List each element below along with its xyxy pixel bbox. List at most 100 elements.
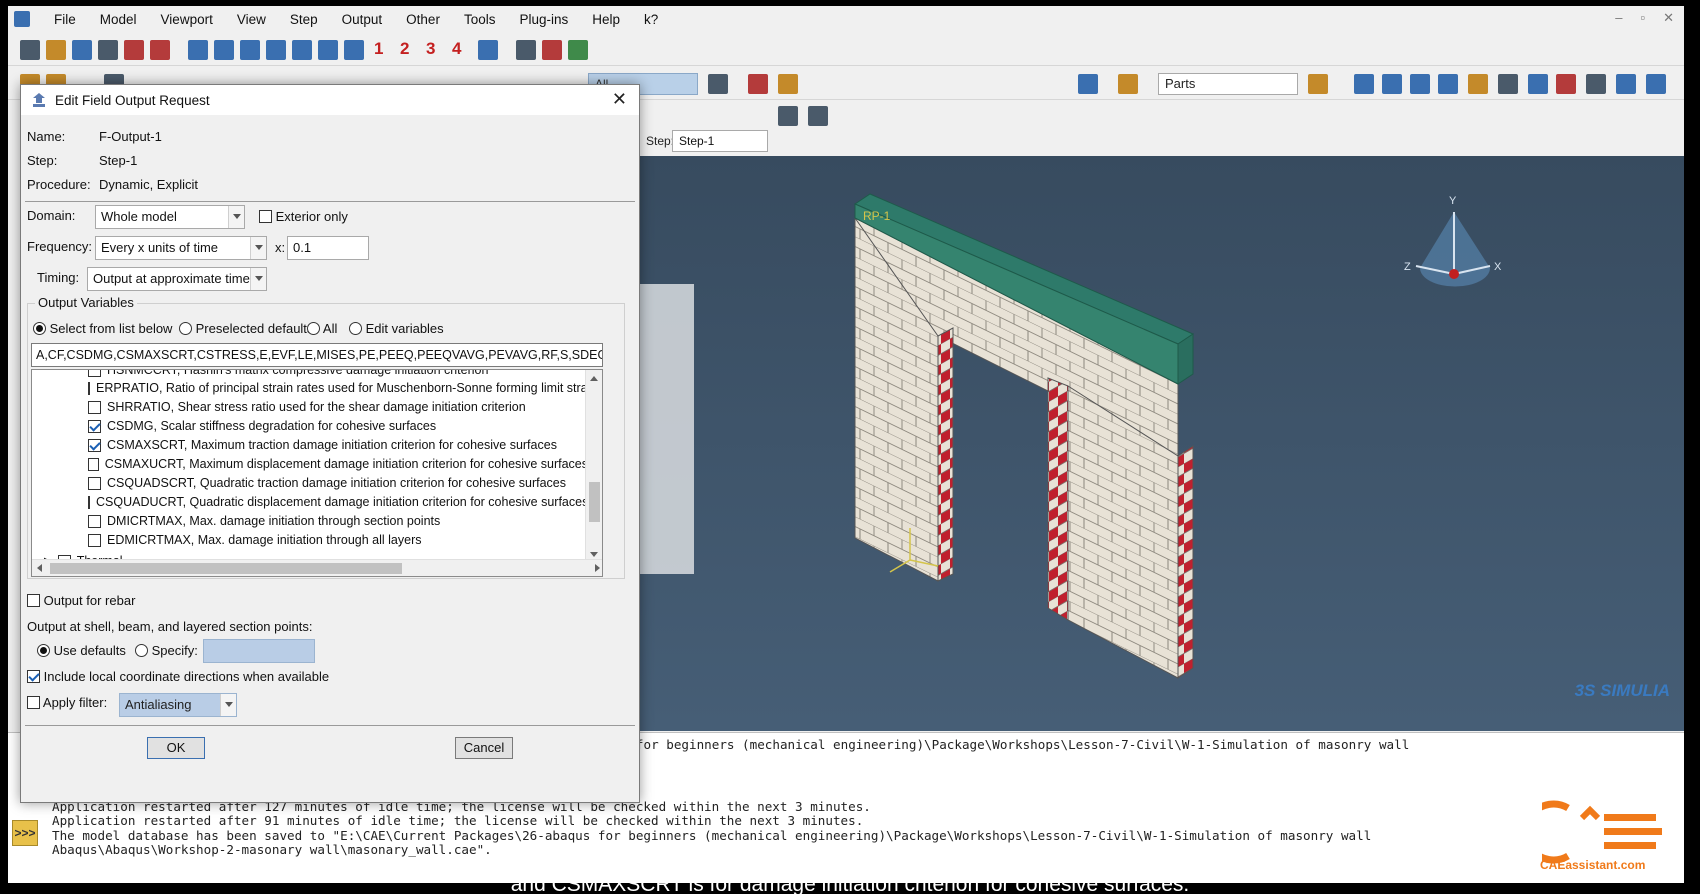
scroll-down-icon[interactable] [590, 552, 598, 557]
menu-other[interactable]: Other [394, 12, 452, 27]
tree-item-dmicrtmax[interactable]: DMICRTMAX, Max. damage initiation throug… [88, 511, 588, 531]
close-window-button[interactable]: ✕ [1663, 10, 1674, 26]
text-icon[interactable] [1556, 74, 1576, 94]
cancel-button[interactable]: Cancel [455, 737, 513, 759]
legend-icon[interactable] [1468, 74, 1488, 94]
menu-model[interactable]: Model [88, 12, 149, 27]
scroll-up-icon[interactable] [590, 376, 598, 381]
tree-vertical-scrollbar[interactable] [585, 370, 602, 563]
color-mapping-combo[interactable]: Parts [1158, 73, 1298, 95]
box-select-icon[interactable] [748, 74, 768, 94]
scroll-left-icon[interactable] [37, 564, 42, 572]
history-output-icon[interactable] [808, 106, 828, 126]
color-tools-icon[interactable] [1308, 74, 1328, 94]
menu-file[interactable]: File [42, 12, 88, 27]
variables-text-field[interactable]: A,CF,CSDMG,CSMAXSCRT,CSTRESS,E,EVF,LE,MI… [31, 343, 603, 367]
radio-use-defaults[interactable]: Use defaults [37, 643, 126, 658]
scroll-thumb[interactable] [589, 482, 600, 522]
filter-value: Antialiasing [125, 697, 192, 712]
output-variables-tree[interactable]: HSNMCCRT, Hashin's matrix compressive da… [31, 369, 603, 577]
radio-preselected-defaults[interactable]: Preselected defaults [179, 321, 313, 336]
radio-all[interactable]: All [307, 321, 337, 336]
view-4-button[interactable]: 4 [452, 39, 461, 59]
menu-help[interactable]: Help [580, 12, 632, 27]
menu-step[interactable]: Step [278, 12, 330, 27]
chevron-down-icon [220, 694, 236, 716]
output-for-rebar-checkbox[interactable]: Output for rebar [27, 593, 135, 608]
include-local-csys-checkbox[interactable]: Include local coordinate directions when… [27, 669, 329, 684]
color-code-icon[interactable] [1118, 74, 1138, 94]
hidden-lines-icon[interactable] [542, 40, 562, 60]
print-icon[interactable] [98, 40, 118, 60]
layout-1-icon[interactable] [1354, 74, 1374, 94]
tree-item-csmaxucrt[interactable]: CSMAXUCRT, Maximum displacement damage i… [88, 454, 588, 474]
selection-options-icon[interactable] [708, 74, 728, 94]
auto-fit-icon[interactable] [292, 40, 312, 60]
tree-item-shrratio[interactable]: SHRRATIO, Shear stress ratio used for th… [88, 397, 588, 417]
new-file-icon[interactable] [20, 40, 40, 60]
timing-select[interactable]: Output at approximate times [87, 267, 267, 291]
layout-2-icon[interactable] [1382, 74, 1402, 94]
frequency-select[interactable]: Every x units of time [95, 236, 267, 260]
model-viewport[interactable]: RP-1 Y Z X 3S SIMULIA [608, 156, 1684, 731]
info-icon[interactable] [1078, 74, 1098, 94]
section-points-input[interactable] [203, 639, 315, 663]
tree-horizontal-scrollbar[interactable] [32, 559, 602, 576]
restore-button[interactable]: ▫ [1640, 10, 1645, 26]
view-1-button[interactable]: 1 [374, 39, 383, 59]
rotate-icon[interactable] [214, 40, 234, 60]
menu-viewport[interactable]: Viewport [149, 12, 225, 27]
viewport-annotations-icon[interactable] [1616, 74, 1636, 94]
layout-4-icon[interactable] [1438, 74, 1458, 94]
filter-select[interactable]: Antialiasing [119, 693, 237, 717]
apply-filter-checkbox[interactable]: Apply filter: [27, 695, 107, 710]
menu-output[interactable]: Output [330, 12, 395, 27]
tree-item-edmicrtmax[interactable]: EDMICRTMAX, Max. damage initiation throu… [88, 530, 588, 550]
radio-specify[interactable]: Specify: [135, 643, 198, 658]
domain-select[interactable]: Whole model [95, 205, 245, 229]
shaded-icon[interactable] [568, 40, 588, 60]
tree-item-csmaxscrt[interactable]: CSMAXSCRT, Maximum traction damage initi… [88, 435, 588, 455]
wireframe-icon[interactable] [516, 40, 536, 60]
radio-edit-variables[interactable]: Edit variables [349, 321, 444, 336]
step-combo[interactable]: Step-1 [672, 130, 768, 152]
view-3-button[interactable]: 3 [426, 39, 435, 59]
magnify-icon[interactable] [240, 40, 260, 60]
tree-item-csquaducrt[interactable]: CSQUADUCRT, Quadratic displacement damag… [88, 492, 588, 512]
annotation-icon[interactable] [1498, 74, 1518, 94]
menu-plugins[interactable]: Plug-ins [507, 12, 580, 27]
x-interval-input[interactable]: 0.1 [287, 236, 369, 260]
python-prompt-button[interactable]: >>> [12, 820, 38, 846]
exterior-only-checkbox[interactable]: Exterior only [259, 209, 348, 224]
cycle-views-icon[interactable] [318, 40, 338, 60]
tools-icon[interactable] [778, 74, 798, 94]
checkbox-icon [88, 533, 101, 547]
measure-icon[interactable] [1528, 74, 1548, 94]
layout-3-icon[interactable] [1410, 74, 1430, 94]
tree-item-csdmg[interactable]: CSDMG, Scalar stiffness degradation for … [88, 416, 588, 436]
tree-item-csquadscrt[interactable]: CSQUADSCRT, Quadratic traction damage in… [88, 473, 588, 493]
toolbox-icon[interactable] [1646, 74, 1666, 94]
context-help-button[interactable]: k? [632, 12, 670, 27]
import-icon[interactable] [124, 40, 144, 60]
close-icon[interactable]: ✕ [612, 90, 627, 108]
tree-item-erpratio[interactable]: ERPRATIO, Ratio of principal strain rate… [88, 378, 588, 398]
axis-icon[interactable] [344, 40, 364, 60]
ok-button[interactable]: OK [147, 737, 205, 759]
output-manager-icon[interactable] [778, 106, 798, 126]
menu-view[interactable]: View [225, 12, 278, 27]
export-icon[interactable] [150, 40, 170, 60]
open-file-icon[interactable] [46, 40, 66, 60]
save-icon[interactable] [72, 40, 92, 60]
pan-icon[interactable] [188, 40, 208, 60]
procedure-row: Procedure: Dynamic, Explicit [27, 177, 198, 192]
arrow-annotation-icon[interactable] [1586, 74, 1606, 94]
minimize-button[interactable]: – [1615, 10, 1622, 26]
menu-tools[interactable]: Tools [452, 12, 508, 27]
box-zoom-icon[interactable] [266, 40, 286, 60]
radio-select-from-list[interactable]: Select from list below [33, 321, 172, 336]
scroll-thumb[interactable] [50, 563, 402, 574]
scroll-right-icon[interactable] [595, 564, 600, 572]
iso-view-icon[interactable] [478, 40, 498, 60]
view-2-button[interactable]: 2 [400, 39, 409, 59]
